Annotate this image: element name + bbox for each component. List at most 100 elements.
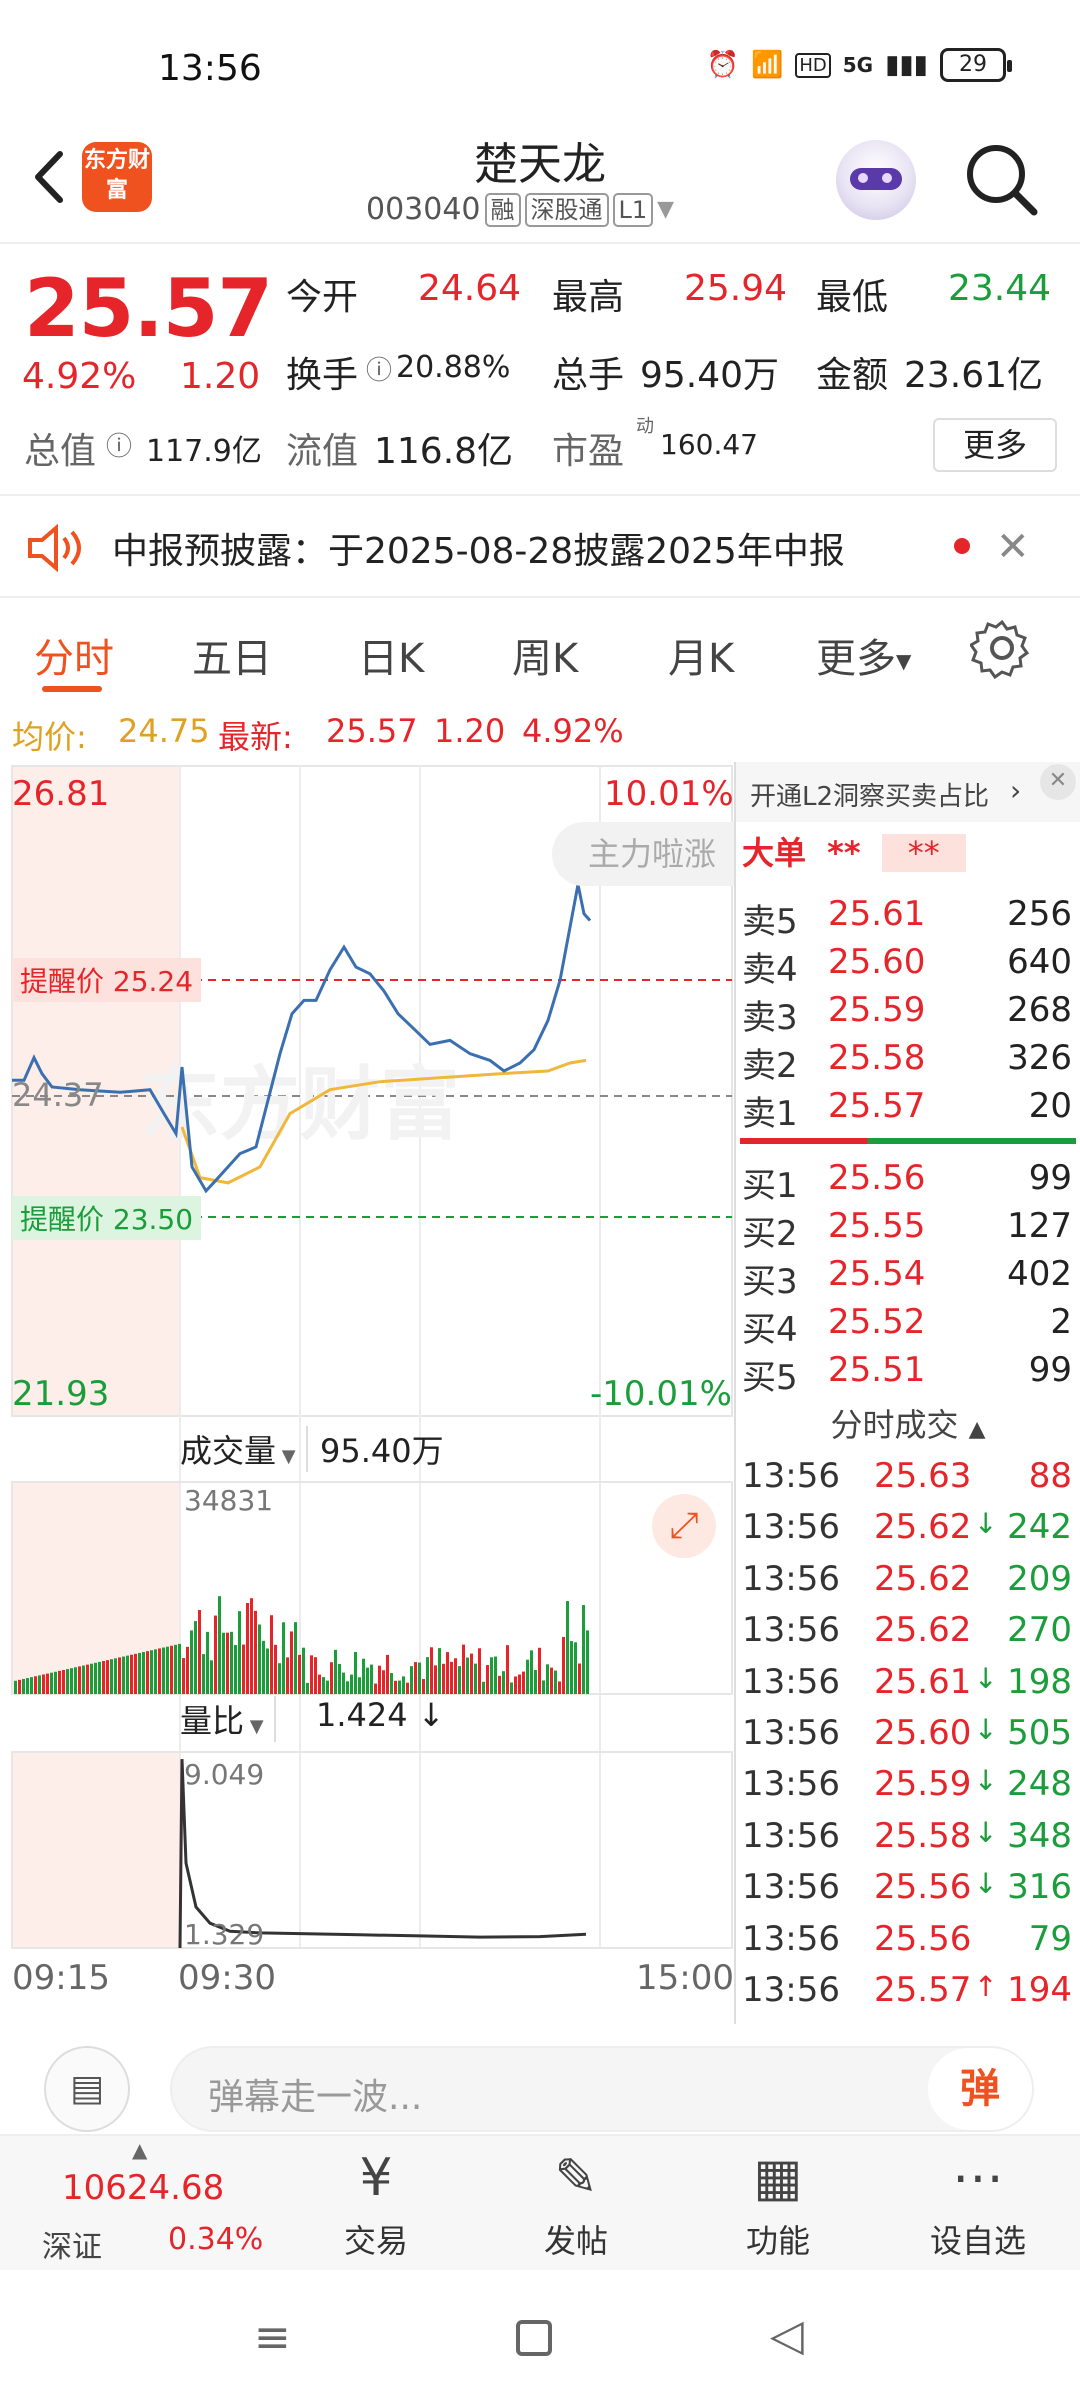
status-bar: 13:56 ⏰ 📶 HD 5G ▮▮▮ 29 (0, 0, 1080, 120)
l2-banner[interactable]: 开通L2洞察买卖占比 › ✕ (736, 762, 1080, 822)
volume-bar (326, 1680, 329, 1694)
volume-bar (370, 1664, 373, 1694)
tick-time: 13:56 (742, 1970, 840, 2010)
notice-text: 中报预披露：于2025-08-28披露2025年中报 (112, 531, 845, 572)
ask-price: 25.61 (828, 894, 926, 934)
danmu-input[interactable]: 弹幕走一波... 弹 (170, 2046, 1034, 2132)
tab-more[interactable]: 更多▼ (816, 626, 911, 684)
high-label: 最高 (552, 277, 625, 318)
ask-row[interactable]: 卖4 25.60 640 (742, 942, 1072, 990)
volume-bar (262, 1640, 265, 1694)
pe-value: 160.47 (660, 428, 758, 461)
mktcap-label: 总值 (24, 431, 97, 472)
tick-row: 13:56 25.59 ↓ 248 (742, 1764, 1072, 1812)
volume-bar (210, 1660, 213, 1694)
stock-name: 楚天龙 (474, 139, 606, 190)
tab-monthly-k[interactable]: 月K (668, 626, 734, 684)
time-start: 09:15 (12, 1958, 110, 1998)
tick-price: 25.60 (874, 1713, 972, 1753)
nav-add-watchlist[interactable]: ⋯ 设自选 (908, 2140, 1048, 2262)
close-icon[interactable]: ✕ (996, 524, 1030, 570)
ratio-indicator-select[interactable]: 量比 ▼ (180, 1696, 276, 1742)
danmu-toggle-icon[interactable]: 弹 (928, 2048, 1032, 2130)
ask-level-label: 卖4 (742, 950, 798, 990)
chevron-down-icon: ▼ (657, 197, 675, 222)
volume-bar (534, 1669, 537, 1694)
tick-price: 25.56 (874, 1867, 972, 1908)
volume-bar (398, 1680, 401, 1694)
volume-bar (22, 1678, 25, 1694)
volume-bar (142, 1652, 145, 1694)
nav-functions[interactable]: ▦ 功能 (708, 2140, 848, 2262)
robot-avatar-icon[interactable] (836, 140, 916, 220)
bid-row[interactable]: 买4 25.52 2 (742, 1302, 1072, 1350)
bid-row[interactable]: 买3 25.54 402 (742, 1254, 1072, 1302)
index-ticker[interactable]: ▲ 10624.68 深证 0.34% (20, 2138, 270, 2265)
main-force-tag[interactable]: 主力啦涨 (552, 822, 734, 886)
stock-code-row[interactable]: 003040 融 深股通 L1 ▼ (366, 192, 674, 227)
volume-bar (578, 1663, 581, 1694)
menu-icon[interactable]: ≡ (254, 2312, 291, 2363)
volume-bar (46, 1673, 49, 1694)
volume-bar (382, 1670, 385, 1694)
tick-row: 13:56 25.63 88 (742, 1456, 1072, 1504)
info-icon[interactable]: ⓘ (366, 350, 392, 387)
bid-price: 25.52 (828, 1302, 926, 1342)
compose-note-icon[interactable]: ▤ (44, 2046, 130, 2132)
search-icon[interactable] (962, 140, 1042, 220)
back-triangle-icon[interactable]: ◁ (770, 2310, 804, 2361)
nav-post[interactable]: ✎ 发帖 (506, 2140, 646, 2262)
home-icon[interactable] (516, 2320, 552, 2356)
tab-daily-k[interactable]: 日K (358, 626, 424, 684)
volume-bar (322, 1677, 325, 1694)
ticks-header[interactable]: 分时成交 ▲ (736, 1400, 1080, 1446)
more-button[interactable]: 更多 (933, 418, 1057, 472)
volume-bar (154, 1649, 157, 1694)
preopen-shade-ratio (12, 1752, 180, 1948)
ask-level-label: 卖3 (742, 998, 798, 1038)
latest-value: 25.57 (326, 712, 418, 750)
volume-bar (470, 1653, 473, 1694)
nav-add-watchlist-label: 设自选 (929, 2222, 1026, 2260)
volume-bar (354, 1651, 357, 1694)
bid-row[interactable]: 买1 25.56 99 (742, 1158, 1072, 1206)
tick-row: 13:56 25.60 ↓ 505 (742, 1713, 1072, 1761)
ask-row[interactable]: 卖1 25.57 20 (742, 1086, 1072, 1134)
volume-bar (498, 1675, 501, 1694)
nav-trade[interactable]: ¥ 交易 (306, 2140, 446, 2262)
tag-connect: 深股通 (524, 192, 609, 227)
ask-row[interactable]: 卖3 25.59 268 (742, 990, 1072, 1038)
tab-intraday[interactable]: 分时 (34, 626, 114, 684)
notice-bar[interactable]: 中报预披露：于2025-08-28披露2025年中报 ✕ (0, 494, 1080, 598)
ask-row[interactable]: 卖5 25.61 256 (742, 894, 1072, 942)
info-icon[interactable]: ⓘ (106, 426, 132, 463)
pct-min-label: -10.01% (590, 1374, 732, 1414)
turnover-label: 换手 (286, 355, 359, 396)
bottom-nav: ▲ 10624.68 深证 0.34% ¥ 交易 ✎ 发帖 ▦ 功能 ⋯ 设自选 (0, 2134, 1080, 2270)
tick-time: 13:56 (742, 1456, 840, 1496)
caret-down-icon: ▼ (276, 1446, 296, 1467)
settings-gear-icon[interactable] (968, 616, 1034, 680)
ask-row[interactable]: 卖2 25.58 326 (742, 1038, 1072, 1086)
alert-low-badge[interactable]: 提醒价 23.50 (12, 1196, 202, 1240)
tag-margin: 融 (484, 192, 521, 227)
tab-weekly-k[interactable]: 周K (512, 626, 578, 684)
tick-row: 13:56 25.57 ↑ 194 (742, 1970, 1072, 2018)
bid-row[interactable]: 买2 25.55 127 (742, 1206, 1072, 1254)
tab-five-day[interactable]: 五日 (192, 626, 272, 684)
volume-bar (462, 1644, 465, 1694)
expand-icon[interactable]: ⤢ (652, 1494, 716, 1558)
ratio-value-text: 1.424 (316, 1696, 408, 1734)
volume-bar (386, 1654, 389, 1694)
bid-level-label: 买3 (742, 1262, 798, 1302)
close-icon[interactable]: ✕ (1040, 764, 1076, 800)
volume-indicator-select[interactable]: 成交量 ▼ (180, 1426, 308, 1472)
index-pct: 0.34% (168, 2222, 264, 2257)
volume-bar (186, 1646, 189, 1694)
tick-price: 25.58 (874, 1815, 972, 1856)
volume-bar (494, 1656, 497, 1694)
alert-high-badge[interactable]: 提醒价 25.24 (12, 958, 202, 1002)
stock-header: 东方财富 楚天龙 003040 融 深股通 L1 ▼ (0, 120, 1080, 244)
tick-row: 13:56 25.56 79 (742, 1919, 1072, 1967)
bid-row[interactable]: 买5 25.51 99 (742, 1350, 1072, 1398)
